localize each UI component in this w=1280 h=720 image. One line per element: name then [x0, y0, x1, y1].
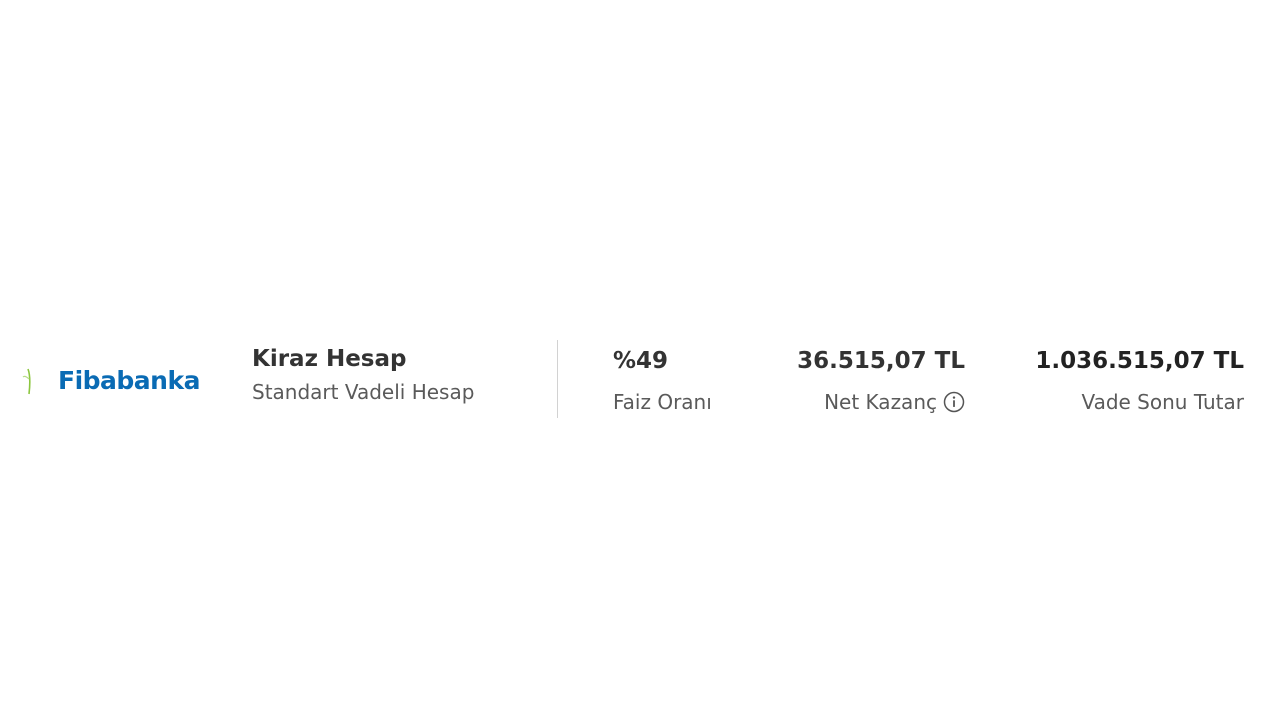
page: Fibabanka Kiraz Hesap Standart Vadeli He… [0, 0, 1280, 720]
logo-mark-icon [22, 368, 31, 395]
deposit-offer-row[interactable]: Fibabanka Kiraz Hesap Standart Vadeli He… [0, 330, 1280, 430]
maturity-total-value: 1.036.515,07 TL [1035, 348, 1244, 374]
net-gain-value: 36.515,07 TL [797, 348, 965, 374]
interest-rate-label: Faiz Oranı [613, 390, 712, 414]
interest-rate: %49 Faiz Oranı [613, 346, 712, 414]
interest-rate-label-text: Faiz Oranı [613, 390, 712, 414]
maturity-total-label-text: Vade Sonu Tutar [1081, 390, 1244, 414]
divider [557, 340, 558, 418]
bank-name: Fibabanka [58, 365, 200, 395]
info-icon[interactable] [943, 391, 965, 413]
maturity-total-label: Vade Sonu Tutar [1004, 390, 1244, 414]
product-name[interactable]: Kiraz Hesap [252, 344, 542, 374]
bank-logo: Fibabanka [22, 360, 212, 400]
net-gain-label-text: Net Kazanç [824, 390, 937, 414]
maturity-total: 1.036.515,07 TL Vade Sonu Tutar [1004, 346, 1244, 414]
net-gain-label: Net Kazanç [790, 390, 965, 414]
net-gain: 36.515,07 TL Net Kazanç [790, 346, 965, 414]
product-info: Kiraz Hesap Standart Vadeli Hesap [252, 344, 542, 404]
product-type: Standart Vadeli Hesap [252, 380, 475, 404]
interest-rate-value: %49 [613, 348, 669, 374]
